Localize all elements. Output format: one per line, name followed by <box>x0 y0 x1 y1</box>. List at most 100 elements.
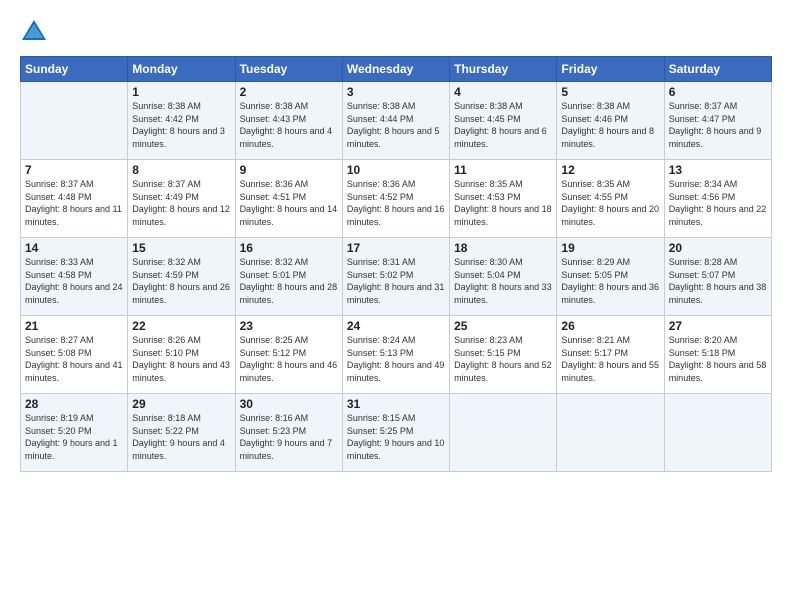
sunrise-text: Sunrise: 8:25 AM <box>240 334 338 347</box>
daylight-text: Daylight: 8 hours and 16 minutes. <box>347 203 445 228</box>
day-info: Sunrise: 8:18 AMSunset: 5:22 PMDaylight:… <box>132 412 230 462</box>
day-info: Sunrise: 8:38 AMSunset: 4:46 PMDaylight:… <box>561 100 659 150</box>
day-info: Sunrise: 8:21 AMSunset: 5:17 PMDaylight:… <box>561 334 659 384</box>
day-number: 6 <box>669 85 767 99</box>
daylight-text: Daylight: 8 hours and 55 minutes. <box>561 359 659 384</box>
sunrise-text: Sunrise: 8:18 AM <box>132 412 230 425</box>
daylight-text: Daylight: 8 hours and 14 minutes. <box>240 203 338 228</box>
calendar-cell: 21Sunrise: 8:27 AMSunset: 5:08 PMDayligh… <box>21 316 128 394</box>
day-info: Sunrise: 8:38 AMSunset: 4:45 PMDaylight:… <box>454 100 552 150</box>
calendar-cell: 13Sunrise: 8:34 AMSunset: 4:56 PMDayligh… <box>664 160 771 238</box>
sunrise-text: Sunrise: 8:28 AM <box>669 256 767 269</box>
calendar-table: SundayMondayTuesdayWednesdayThursdayFrid… <box>20 56 772 472</box>
day-info: Sunrise: 8:36 AMSunset: 4:51 PMDaylight:… <box>240 178 338 228</box>
day-number: 10 <box>347 163 445 177</box>
sunset-text: Sunset: 4:49 PM <box>132 191 230 204</box>
sunset-text: Sunset: 5:20 PM <box>25 425 123 438</box>
sunrise-text: Sunrise: 8:20 AM <box>669 334 767 347</box>
calendar-cell: 26Sunrise: 8:21 AMSunset: 5:17 PMDayligh… <box>557 316 664 394</box>
daylight-text: Daylight: 9 hours and 1 minute. <box>25 437 123 462</box>
daylight-text: Daylight: 8 hours and 22 minutes. <box>669 203 767 228</box>
day-info: Sunrise: 8:16 AMSunset: 5:23 PMDaylight:… <box>240 412 338 462</box>
day-info: Sunrise: 8:38 AMSunset: 4:43 PMDaylight:… <box>240 100 338 150</box>
sunrise-text: Sunrise: 8:32 AM <box>132 256 230 269</box>
sunrise-text: Sunrise: 8:37 AM <box>669 100 767 113</box>
sunrise-text: Sunrise: 8:31 AM <box>347 256 445 269</box>
sunset-text: Sunset: 5:02 PM <box>347 269 445 282</box>
sunset-text: Sunset: 4:48 PM <box>25 191 123 204</box>
day-info: Sunrise: 8:31 AMSunset: 5:02 PMDaylight:… <box>347 256 445 306</box>
sunrise-text: Sunrise: 8:27 AM <box>25 334 123 347</box>
calendar-cell: 10Sunrise: 8:36 AMSunset: 4:52 PMDayligh… <box>342 160 449 238</box>
sunrise-text: Sunrise: 8:36 AM <box>347 178 445 191</box>
daylight-text: Daylight: 8 hours and 20 minutes. <box>561 203 659 228</box>
daylight-text: Daylight: 8 hours and 31 minutes. <box>347 281 445 306</box>
calendar-cell: 28Sunrise: 8:19 AMSunset: 5:20 PMDayligh… <box>21 394 128 472</box>
calendar-cell: 16Sunrise: 8:32 AMSunset: 5:01 PMDayligh… <box>235 238 342 316</box>
day-number: 17 <box>347 241 445 255</box>
daylight-text: Daylight: 8 hours and 43 minutes. <box>132 359 230 384</box>
sunset-text: Sunset: 5:13 PM <box>347 347 445 360</box>
week-row-5: 28Sunrise: 8:19 AMSunset: 5:20 PMDayligh… <box>21 394 772 472</box>
sunrise-text: Sunrise: 8:16 AM <box>240 412 338 425</box>
sunset-text: Sunset: 4:56 PM <box>669 191 767 204</box>
daylight-text: Daylight: 8 hours and 5 minutes. <box>347 125 445 150</box>
day-number: 4 <box>454 85 552 99</box>
sunrise-text: Sunrise: 8:37 AM <box>25 178 123 191</box>
calendar-cell: 18Sunrise: 8:30 AMSunset: 5:04 PMDayligh… <box>450 238 557 316</box>
day-info: Sunrise: 8:29 AMSunset: 5:05 PMDaylight:… <box>561 256 659 306</box>
header-day-sunday: Sunday <box>21 57 128 82</box>
day-number: 1 <box>132 85 230 99</box>
sunrise-text: Sunrise: 8:19 AM <box>25 412 123 425</box>
day-number: 2 <box>240 85 338 99</box>
daylight-text: Daylight: 8 hours and 18 minutes. <box>454 203 552 228</box>
sunset-text: Sunset: 5:07 PM <box>669 269 767 282</box>
sunset-text: Sunset: 4:42 PM <box>132 113 230 126</box>
sunrise-text: Sunrise: 8:24 AM <box>347 334 445 347</box>
calendar-cell: 14Sunrise: 8:33 AMSunset: 4:58 PMDayligh… <box>21 238 128 316</box>
daylight-text: Daylight: 8 hours and 49 minutes. <box>347 359 445 384</box>
calendar-cell: 6Sunrise: 8:37 AMSunset: 4:47 PMDaylight… <box>664 82 771 160</box>
daylight-text: Daylight: 8 hours and 8 minutes. <box>561 125 659 150</box>
daylight-text: Daylight: 8 hours and 4 minutes. <box>240 125 338 150</box>
week-row-2: 7Sunrise: 8:37 AMSunset: 4:48 PMDaylight… <box>21 160 772 238</box>
sunset-text: Sunset: 4:55 PM <box>561 191 659 204</box>
generalblue-logo-icon <box>20 18 48 46</box>
header-row: SundayMondayTuesdayWednesdayThursdayFrid… <box>21 57 772 82</box>
daylight-text: Daylight: 8 hours and 38 minutes. <box>669 281 767 306</box>
daylight-text: Daylight: 8 hours and 24 minutes. <box>25 281 123 306</box>
sunrise-text: Sunrise: 8:34 AM <box>669 178 767 191</box>
daylight-text: Daylight: 8 hours and 6 minutes. <box>454 125 552 150</box>
calendar-cell: 29Sunrise: 8:18 AMSunset: 5:22 PMDayligh… <box>128 394 235 472</box>
day-number: 22 <box>132 319 230 333</box>
sunset-text: Sunset: 5:01 PM <box>240 269 338 282</box>
day-info: Sunrise: 8:38 AMSunset: 4:44 PMDaylight:… <box>347 100 445 150</box>
day-number: 27 <box>669 319 767 333</box>
day-info: Sunrise: 8:34 AMSunset: 4:56 PMDaylight:… <box>669 178 767 228</box>
sunrise-text: Sunrise: 8:38 AM <box>454 100 552 113</box>
sunrise-text: Sunrise: 8:33 AM <box>25 256 123 269</box>
daylight-text: Daylight: 8 hours and 58 minutes. <box>669 359 767 384</box>
calendar-cell: 20Sunrise: 8:28 AMSunset: 5:07 PMDayligh… <box>664 238 771 316</box>
day-info: Sunrise: 8:35 AMSunset: 4:55 PMDaylight:… <box>561 178 659 228</box>
day-number: 29 <box>132 397 230 411</box>
calendar-cell: 2Sunrise: 8:38 AMSunset: 4:43 PMDaylight… <box>235 82 342 160</box>
sunrise-text: Sunrise: 8:32 AM <box>240 256 338 269</box>
calendar-cell: 1Sunrise: 8:38 AMSunset: 4:42 PMDaylight… <box>128 82 235 160</box>
day-number: 24 <box>347 319 445 333</box>
sunset-text: Sunset: 5:04 PM <box>454 269 552 282</box>
day-info: Sunrise: 8:36 AMSunset: 4:52 PMDaylight:… <box>347 178 445 228</box>
day-number: 15 <box>132 241 230 255</box>
sunrise-text: Sunrise: 8:38 AM <box>347 100 445 113</box>
day-number: 21 <box>25 319 123 333</box>
logo <box>20 18 50 46</box>
calendar-cell: 5Sunrise: 8:38 AMSunset: 4:46 PMDaylight… <box>557 82 664 160</box>
day-number: 19 <box>561 241 659 255</box>
calendar-cell: 31Sunrise: 8:15 AMSunset: 5:25 PMDayligh… <box>342 394 449 472</box>
calendar-cell: 8Sunrise: 8:37 AMSunset: 4:49 PMDaylight… <box>128 160 235 238</box>
sunrise-text: Sunrise: 8:29 AM <box>561 256 659 269</box>
day-info: Sunrise: 8:24 AMSunset: 5:13 PMDaylight:… <box>347 334 445 384</box>
sunset-text: Sunset: 5:23 PM <box>240 425 338 438</box>
day-info: Sunrise: 8:37 AMSunset: 4:49 PMDaylight:… <box>132 178 230 228</box>
day-number: 23 <box>240 319 338 333</box>
